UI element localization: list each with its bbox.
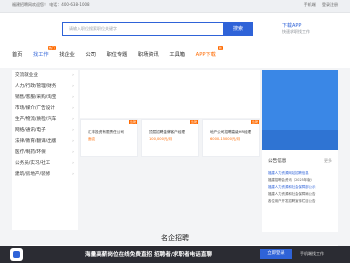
- hot-badge: 热门: [47, 46, 56, 50]
- search-placeholder: 请输入职位搜索职位关键字: [69, 26, 117, 31]
- category-item[interactable]: 销售/客服/采购/淘宝 ›: [12, 92, 78, 103]
- job-card[interactable]: 急聘 顶层招聘金牌客户经理 100,000元/月: [141, 119, 199, 157]
- chevron-right-icon: ›: [72, 84, 74, 89]
- footer-bar: 海量高薪岗位在线免费直招 招聘者/求职者电话直聊 立即登录 手机端找工作: [0, 246, 350, 263]
- chevron-right-icon: ›: [72, 117, 74, 122]
- main-banner[interactable]: [80, 70, 260, 118]
- nav-find-job[interactable]: 找工作 热门: [33, 46, 56, 58]
- promo-image[interactable]: [262, 70, 338, 150]
- notice-item[interactable]: 福建人力资源网站招聘信息: [268, 170, 309, 175]
- chevron-right-icon: ›: [72, 172, 74, 177]
- category-item[interactable]: 医疗/制药/环保 ›: [12, 147, 78, 158]
- urgent-tag: 急聘: [128, 120, 137, 124]
- category-item[interactable]: 网络/通讯/电子 ›: [12, 125, 78, 136]
- mobile-link[interactable]: 手机端: [304, 2, 316, 7]
- featured-jobs: 急聘 汇丰投资有限责任公司 面议 急聘 顶层招聘金牌客户经理 100,000元/…: [80, 119, 260, 157]
- search-input[interactable]: 请输入职位搜索职位关键字: [62, 22, 224, 36]
- chevron-right-icon: ›: [72, 73, 74, 78]
- nav-job-topics[interactable]: 职位专题: [107, 51, 128, 58]
- category-sidebar: 交流就业业 › 人力/行政/管理/财务 › 销售/客服/采购/淘宝 › 市场/媒介/广…: [12, 70, 78, 230]
- notice-panel: 公告信息 更多 福建人力资源网站招聘信息 福建招聘会资讯（2025年版） 福建人…: [262, 150, 338, 232]
- section-title: 名企招聘: [161, 234, 189, 242]
- main-nav: 首页 找工作 热门 找企业 公司 职位专题 职场资讯 工具箱 APP下载新: [12, 46, 225, 58]
- job-card[interactable]: 急聘 地产公司招聘高级HR经理 6000-15000元/月: [202, 119, 260, 157]
- chevron-right-icon: ›: [72, 161, 74, 166]
- chevron-right-icon: ›: [72, 139, 74, 144]
- top-bar: 福建招聘网欢迎您！ 电话：400-638-1008 手机端 登录注册: [0, 0, 350, 13]
- chevron-right-icon: ›: [72, 95, 74, 100]
- nav-career-news[interactable]: 职场资讯: [138, 51, 159, 58]
- nav-company[interactable]: 公司: [86, 51, 96, 58]
- category-item[interactable]: 人力/行政/管理/财务 ›: [12, 81, 78, 92]
- notice-item[interactable]: 福建招聘会资讯（2025年版）: [268, 177, 314, 182]
- login-register-link[interactable]: 登录注册: [322, 2, 338, 7]
- category-item[interactable]: 市场/媒介/广告设计 ›: [12, 103, 78, 114]
- job-title: 汇丰投资有限责任公司: [88, 130, 124, 134]
- urgent-tag: 急聘: [189, 120, 198, 124]
- new-badge: 新: [217, 46, 223, 50]
- notice-item[interactable]: 各位用户开发招聘宣传栏目公告: [268, 198, 315, 203]
- mobile-job-link[interactable]: 手机端找工作: [300, 251, 324, 257]
- job-salary: 100,000元/月: [149, 137, 173, 141]
- category-item[interactable]: 建筑/房地产/装修 ›: [12, 169, 78, 180]
- top-links: 手机端 登录注册: [299, 2, 338, 8]
- notice-item[interactable]: 福建人力资源和社会保障部公示: [268, 184, 315, 189]
- footer-text: 海量高薪岗位在线免费直招 招聘者/求职者电话直聊: [85, 252, 213, 258]
- nav-toolbox[interactable]: 工具箱: [169, 51, 185, 58]
- nav-app-download[interactable]: APP下载新: [196, 46, 223, 58]
- category-item[interactable]: 生产/物流/质检/汽车 ›: [12, 114, 78, 125]
- notice-item[interactable]: 福建人力资源和社会保障局公告: [268, 191, 315, 196]
- notice-title: 公告信息: [268, 159, 287, 164]
- promo-shade: [262, 130, 338, 150]
- chevron-right-icon: ›: [72, 128, 74, 133]
- nav-home[interactable]: 首页: [12, 51, 22, 58]
- urgent-tag: 急聘: [250, 120, 259, 124]
- login-button[interactable]: 立即登录: [260, 249, 292, 259]
- job-salary: 面议: [88, 137, 96, 141]
- category-item[interactable]: 法律/教育/翻译/出版 ›: [12, 136, 78, 147]
- search-button[interactable]: 搜索: [223, 22, 253, 36]
- job-title: 地产公司招聘高级HR经理: [210, 130, 252, 134]
- welcome-text: 福建招聘网欢迎您！ 电话：400-638-1008: [12, 2, 90, 7]
- job-card[interactable]: 急聘 汇丰投资有限责任公司 面议: [80, 119, 138, 157]
- job-title: 顶层招聘金牌客户经理: [149, 130, 185, 134]
- app-logo-icon: [10, 248, 23, 261]
- header: 请输入职位搜索职位关键字 搜索 下载APP 快速求职找工作 首页 找工作 热门 找…: [0, 13, 350, 68]
- app-download-link[interactable]: 下载APP: [282, 22, 301, 29]
- notice-more-link[interactable]: 更多: [324, 158, 332, 164]
- category-item[interactable]: 交流就业业 ›: [12, 70, 78, 81]
- nav-find-company[interactable]: 找企业: [59, 51, 75, 58]
- chevron-right-icon: ›: [72, 106, 74, 111]
- app-download-sub: 快速求职找工作: [282, 29, 310, 34]
- category-item[interactable]: 公务员/实习/社工 ›: [12, 158, 78, 169]
- chevron-right-icon: ›: [72, 150, 74, 155]
- job-salary: 6000-15000元/月: [210, 137, 241, 141]
